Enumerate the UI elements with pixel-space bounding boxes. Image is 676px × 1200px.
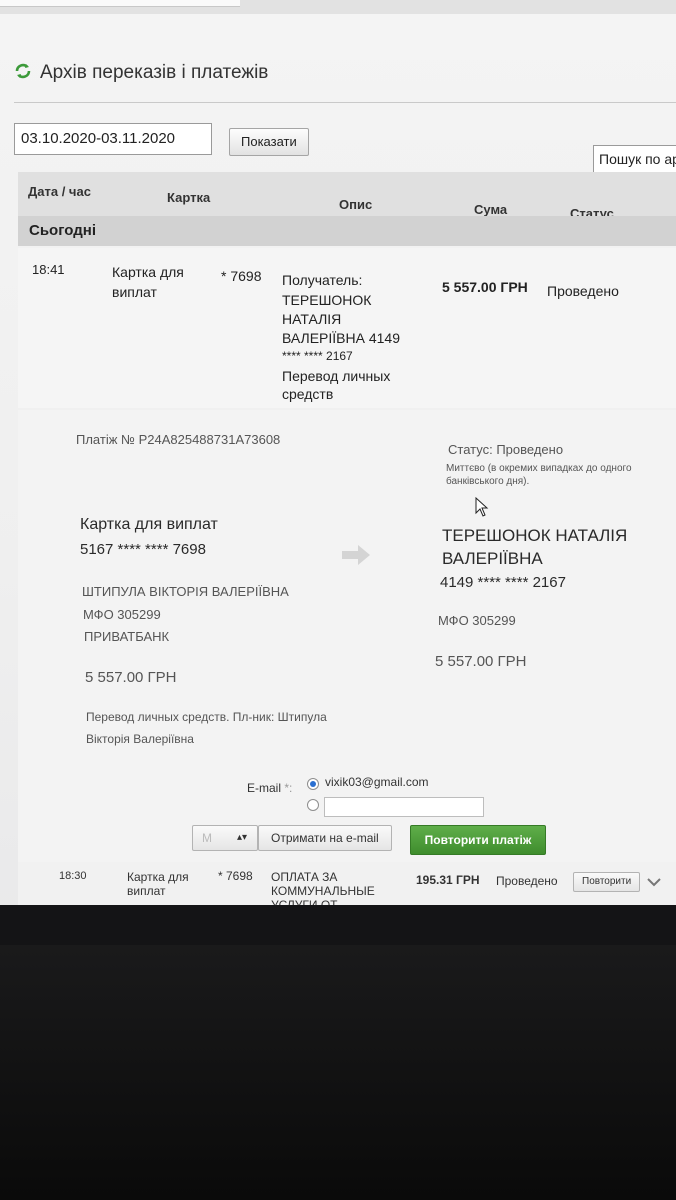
purpose-line1: Перевод личных средств. Пл-ник: Штипула — [86, 710, 327, 724]
row-status: Проведено — [496, 874, 558, 888]
email-radio-other[interactable] — [307, 799, 319, 811]
title-divider — [14, 102, 676, 103]
search-input[interactable]: Пошук по ар — [593, 145, 676, 173]
header-card[interactable]: Картка — [167, 190, 210, 205]
row-desc-line1: ОПЛАТА ЗА — [271, 870, 338, 884]
sender-holder: ШТИПУЛА ВІКТОРІЯ ВАЛЕРІЇВНА — [82, 584, 289, 599]
receiver-name-line2: ВАЛЕРІЇВНА — [442, 549, 543, 568]
row-desc-line2: ТЕРЕШОНОК — [282, 292, 372, 308]
sender-bank: ПРИВАТБАНК — [84, 629, 170, 644]
mouse-cursor-icon — [475, 497, 489, 517]
email-label: E-mail *: — [247, 781, 292, 795]
receiver-card-number: 4149 **** **** 2167 — [440, 574, 566, 591]
sender-amount: 5 557.00 ГРН — [85, 669, 177, 686]
refresh-icon[interactable] — [14, 62, 32, 80]
row-desc-line3: НАТАЛІЯ — [282, 311, 342, 327]
format-select[interactable]: M ▴▾ — [192, 825, 258, 851]
row-amount: 5 557.00 ГРН — [442, 279, 528, 295]
table-header: Дата / час Картка Опис Сума Статус — [18, 172, 676, 221]
header-description[interactable]: Опис — [339, 197, 372, 212]
monitor-bezel — [0, 905, 676, 945]
detail-status-note-line2: банківського дня). — [446, 476, 530, 487]
row-card-last4: * 7698 — [221, 268, 262, 284]
dark-surface — [0, 945, 676, 1200]
sender-card-name: Картка для виплат — [80, 516, 218, 533]
row-status: Проведено — [547, 283, 619, 299]
purpose-line2: Вікторія Валеріївна — [86, 732, 194, 746]
date-range-input[interactable]: 03.10.2020-03.11.2020 — [14, 123, 212, 155]
email-other-field[interactable] — [324, 797, 484, 817]
group-today: Сьогодні — [18, 216, 676, 246]
get-email-button[interactable]: Отримати на e-mail — [258, 825, 392, 851]
repeat-payment-button[interactable]: Повторити платіж — [410, 825, 546, 855]
browser-top-strip — [0, 0, 676, 14]
row-desc-line1: Получатель: — [282, 272, 363, 288]
email-value[interactable]: vixik03@gmail.com — [325, 775, 429, 789]
arrow-right-icon — [342, 545, 370, 565]
row-amount: 195.31 ГРН — [416, 873, 480, 887]
receiver-name-line1: ТЕРЕШОНОК НАТАЛІЯ — [442, 526, 628, 545]
row-card-line2: виплат — [112, 284, 157, 300]
row-time: 18:30 — [59, 870, 87, 882]
email-required-mark: *: — [284, 781, 293, 795]
table-row[interactable]: 18:30 Картка для виплат * 7698 ОПЛАТА ЗА… — [18, 862, 676, 912]
row-desc-line6: Перевод личных — [282, 368, 391, 384]
table-row[interactable]: 18:41 Картка для виплат * 7698 Получател… — [18, 248, 676, 408]
row-card-line1: Картка для — [127, 870, 189, 884]
row-card-line2: виплат — [127, 884, 166, 898]
row-card-line1: Картка для — [112, 264, 184, 280]
page-title: Архів переказів і платежів — [14, 62, 268, 84]
sender-mfo: МФО 305299 — [83, 607, 161, 622]
show-button[interactable]: Показати — [229, 128, 309, 156]
chevron-updown-icon: ▴▾ — [237, 832, 248, 843]
email-label-text: E-mail — [247, 781, 282, 795]
receiver-mfo: МФО 305299 — [438, 613, 516, 628]
format-value: M — [202, 831, 212, 845]
group-today-label: Сьогодні — [29, 222, 96, 239]
row-desc-line2: КОММУНАЛЬНЫЕ — [271, 884, 375, 898]
monitor-screen: Архів переказів і платежів 03.10.2020-03… — [0, 0, 676, 945]
detail-status-note-line1: Миттєво (в окремих випадках до одного — [446, 463, 632, 474]
row-desc-line7: средств — [282, 386, 334, 402]
payment-number: Платіж № P24A825488731A73608 — [76, 432, 281, 447]
header-amount[interactable]: Сума — [474, 202, 507, 217]
row-card-last4: * 7698 — [218, 869, 253, 883]
chevron-down-icon[interactable] — [647, 878, 661, 887]
row-desc-line4: ВАЛЕРІЇВНА 4149 — [282, 330, 400, 346]
receiver-amount: 5 557.00 ГРН — [435, 653, 527, 670]
browser-tab-edge — [0, 0, 240, 7]
row-desc-line5: **** **** 2167 — [282, 349, 353, 363]
page-title-text: Архів переказів і платежів — [40, 62, 269, 83]
sender-card-number: 5167 **** **** 7698 — [80, 541, 206, 558]
header-datetime[interactable]: Дата / час — [28, 184, 91, 199]
row-time: 18:41 — [32, 262, 65, 277]
detail-status: Статус: Проведено — [448, 442, 564, 457]
repeat-button[interactable]: Повторити — [573, 872, 641, 892]
email-radio-saved[interactable] — [307, 778, 319, 790]
